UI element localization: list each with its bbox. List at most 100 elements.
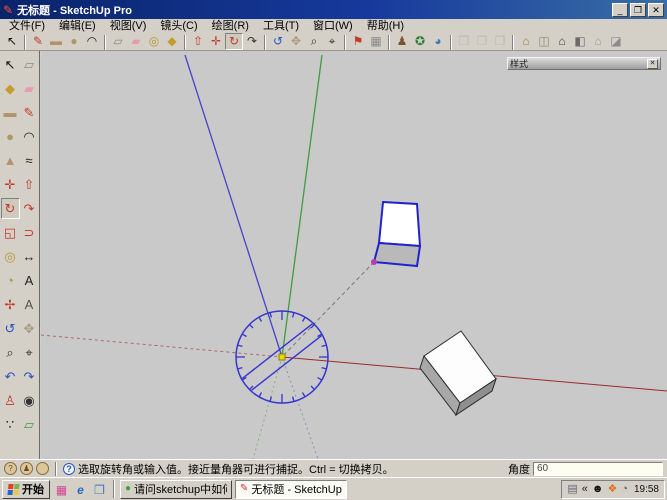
share-model-button[interactable]: ❒ bbox=[473, 33, 491, 50]
arc-tool-button[interactable]: ◠ bbox=[83, 33, 101, 50]
angle-measurement-input[interactable] bbox=[533, 462, 663, 476]
polygon-tool[interactable]: ▲ bbox=[1, 150, 20, 171]
menu-view[interactable]: 视图(V) bbox=[103, 19, 154, 33]
push-pull-button[interactable]: ⇧ bbox=[189, 33, 207, 50]
fetion-tray-icon[interactable]: ❖ bbox=[607, 482, 617, 496]
pan-tool[interactable]: ✥ bbox=[20, 318, 39, 339]
view-left-button[interactable]: ◪ bbox=[607, 33, 625, 50]
preview-google-earth-button[interactable]: ◕ bbox=[429, 33, 447, 50]
menu-camera[interactable]: 镜头(C) bbox=[153, 19, 204, 33]
rectangle-tool[interactable]: ▬ bbox=[1, 102, 20, 123]
dimension-tool[interactable]: ↔ bbox=[20, 246, 39, 267]
eraser-tool-button[interactable]: ▰ bbox=[127, 33, 145, 50]
look-around-tool[interactable]: ◉ bbox=[20, 390, 39, 411]
menu-window[interactable]: 窗口(W) bbox=[306, 19, 360, 33]
geolocation-status-icon[interactable]: ? bbox=[4, 462, 17, 475]
qq-tray-icon[interactable]: ☻ bbox=[592, 482, 604, 496]
offset-tool[interactable]: ⊃ bbox=[20, 222, 39, 243]
share-component-button[interactable]: ❒ bbox=[491, 33, 509, 50]
taskbar-button-sketchup[interactable]: ✎无标题 - SketchUp Pro bbox=[235, 480, 347, 499]
circle-tool[interactable]: ● bbox=[1, 126, 20, 147]
freehand-tool[interactable]: ≈ bbox=[20, 150, 39, 171]
move-tool-button[interactable]: ✛ bbox=[207, 33, 225, 50]
title-bar[interactable]: ✎ 无标题 - SketchUp Pro _❐✕ bbox=[0, 0, 667, 19]
scale-tool[interactable]: ◱ bbox=[1, 222, 20, 243]
quicklaunch-media-icon[interactable]: ▦ bbox=[53, 481, 70, 498]
rectangle-tool-button[interactable]: ▬ bbox=[47, 33, 65, 50]
add-building-button[interactable]: ✪ bbox=[411, 33, 429, 50]
signin-status-icon[interactable] bbox=[36, 462, 49, 475]
rotate-tool-button[interactable]: ↻ bbox=[225, 33, 243, 50]
section-plane-tool[interactable]: ▱ bbox=[20, 414, 39, 435]
follow-me-tool[interactable]: ↷ bbox=[20, 198, 39, 219]
zoom-extents-tool[interactable]: ⌖ bbox=[20, 342, 39, 363]
rotation-grip-point[interactable] bbox=[371, 259, 377, 265]
select-tool[interactable]: ↖ bbox=[1, 54, 20, 75]
zoom-tool[interactable]: ⌕ bbox=[1, 342, 20, 363]
photo-textures-button[interactable]: ♟ bbox=[393, 33, 411, 50]
pan-tool-button[interactable]: ✥ bbox=[287, 33, 305, 50]
make-component-button[interactable]: ▱ bbox=[109, 33, 127, 50]
walk-tool[interactable]: ∵ bbox=[1, 414, 20, 435]
paint-bucket-button[interactable]: ◆ bbox=[163, 33, 181, 50]
view-back-button[interactable]: ⌂ bbox=[589, 33, 607, 50]
print-queue-tray-icon[interactable]: ▤ bbox=[567, 482, 577, 496]
quicklaunch-desktop-icon[interactable]: ❐ bbox=[91, 481, 108, 498]
eraser-tool[interactable]: ▰ bbox=[20, 78, 39, 99]
zoom-tool-button[interactable]: ⌕ bbox=[305, 33, 323, 50]
view-right-button[interactable]: ◧ bbox=[571, 33, 589, 50]
3d-text-tool[interactable]: A bbox=[20, 294, 39, 315]
add-location-button[interactable]: ⚑ bbox=[349, 33, 367, 50]
styles-panel-close-icon[interactable]: ✕ bbox=[647, 59, 658, 69]
get-models-button[interactable]: ❒ bbox=[455, 33, 473, 50]
credits-status-icon[interactable]: ♟ bbox=[20, 462, 33, 475]
styles-panel-header[interactable]: 样式 ✕ bbox=[507, 57, 661, 70]
previous-view-tool[interactable]: ↶ bbox=[1, 366, 20, 387]
paint-bucket-tool[interactable]: ◆ bbox=[1, 78, 20, 99]
rotate-tool[interactable]: ↻ bbox=[1, 198, 20, 219]
start-button[interactable]: 开始 bbox=[2, 480, 50, 499]
arc-tool[interactable]: ◠ bbox=[20, 126, 39, 147]
close-button[interactable]: ✕ bbox=[648, 3, 664, 17]
orbit-tool-button[interactable]: ↺ bbox=[269, 33, 287, 50]
maximize-button[interactable]: ❐ bbox=[630, 3, 646, 17]
move-tool[interactable]: ✛ bbox=[1, 174, 20, 195]
drawing-canvas[interactable]: 样式 ✕ bbox=[41, 51, 667, 459]
line-tool-button[interactable]: ✎ bbox=[29, 33, 47, 50]
white-cube[interactable] bbox=[420, 331, 496, 415]
position-camera-tool[interactable]: ♙ bbox=[1, 390, 20, 411]
next-view-tool[interactable]: ↷ bbox=[20, 366, 39, 387]
protractor-tool[interactable]: ◔ bbox=[1, 270, 20, 291]
selected-box[interactable] bbox=[374, 202, 420, 266]
help-status-icon[interactable]: ? bbox=[63, 463, 75, 475]
model-scene[interactable] bbox=[41, 51, 667, 459]
tray-overflow-chevron[interactable]: « bbox=[582, 482, 588, 496]
security-tray-icon[interactable]: ◔ bbox=[621, 482, 628, 496]
minimize-button[interactable]: _ bbox=[612, 3, 628, 17]
view-iso-button[interactable]: ⌂ bbox=[517, 33, 535, 50]
selected-box-top-face[interactable] bbox=[379, 202, 420, 246]
toggle-terrain-button[interactable]: ▦ bbox=[367, 33, 385, 50]
menu-edit[interactable]: 编辑(E) bbox=[52, 19, 103, 33]
quicklaunch-ie-icon[interactable]: e bbox=[72, 481, 89, 498]
offset-tool-button[interactable]: ↷ bbox=[243, 33, 261, 50]
circle-tool-button[interactable]: ● bbox=[65, 33, 83, 50]
push-pull-tool[interactable]: ⇧ bbox=[20, 174, 39, 195]
line-tool[interactable]: ✎ bbox=[20, 102, 39, 123]
menu-help[interactable]: 帮助(H) bbox=[360, 19, 411, 33]
tape-measure-button[interactable]: ◎ bbox=[145, 33, 163, 50]
menu-draw[interactable]: 绘图(R) bbox=[205, 19, 256, 33]
orbit-tool[interactable]: ↺ bbox=[1, 318, 20, 339]
taskbar-button-browser[interactable]: ●请问sketchup中如何呈... bbox=[120, 480, 232, 499]
selected-box-bottom-face[interactable] bbox=[374, 243, 420, 266]
text-tool[interactable]: A bbox=[20, 270, 39, 291]
view-front-button[interactable]: ⌂ bbox=[553, 33, 571, 50]
select-tool-button[interactable]: ↖ bbox=[3, 33, 21, 50]
make-component-tool[interactable]: ▱ bbox=[20, 54, 39, 75]
zoom-extents-button[interactable]: ⌖ bbox=[323, 33, 341, 50]
view-top-button[interactable]: ◫ bbox=[535, 33, 553, 50]
menu-tools[interactable]: 工具(T) bbox=[256, 19, 306, 33]
menu-file[interactable]: 文件(F) bbox=[2, 19, 52, 33]
tape-measure-tool[interactable]: ◎ bbox=[1, 246, 20, 267]
axes-tool[interactable]: ✢ bbox=[1, 294, 20, 315]
